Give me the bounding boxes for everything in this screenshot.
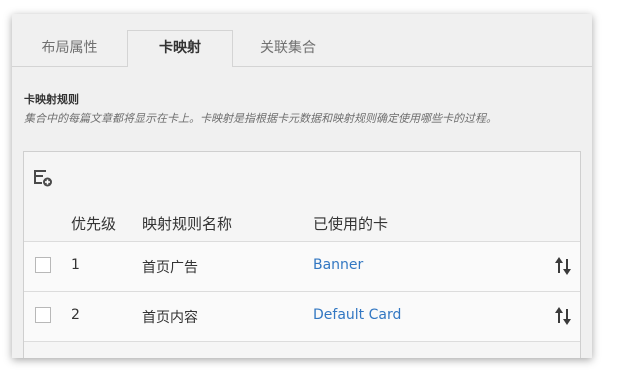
row-rule-name: 首页广告 — [142, 260, 198, 276]
reorder-icon[interactable] — [554, 255, 572, 277]
tab-associated-collections[interactable]: 关联集合 — [233, 31, 343, 66]
table-toolbar — [24, 152, 580, 204]
card-mapping-panel: 布局属性 卡映射 关联集合 卡映射规则 集合中的每篇文章都将显示在卡上。卡映射是… — [12, 14, 592, 358]
row-priority: 1 — [71, 257, 80, 273]
row-card-link[interactable]: Banner — [313, 257, 363, 273]
row-rule-name: 首页内容 — [142, 310, 198, 326]
mapping-rules-table: 优先级 映射规则名称 已使用的卡 1 首页广告 Banner 2 首页内容 De… — [23, 151, 581, 358]
tab-bar: 布局属性 卡映射 关联集合 — [12, 14, 592, 67]
row-priority: 2 — [71, 307, 80, 323]
row-checkbox[interactable] — [35, 257, 51, 273]
row-checkbox[interactable] — [35, 307, 51, 323]
table-header: 优先级 映射规则名称 已使用的卡 — [24, 203, 580, 242]
section-title: 卡映射规则 — [24, 93, 79, 106]
table-row: 1 首页广告 Banner — [24, 242, 580, 292]
row-card-link[interactable]: Default Card — [313, 307, 401, 323]
add-rule-icon[interactable] — [33, 168, 53, 188]
header-rule-name: 映射规则名称 — [142, 215, 233, 233]
reorder-icon[interactable] — [554, 305, 572, 327]
header-priority: 优先级 — [71, 215, 117, 233]
tab-card-mapping[interactable]: 卡映射 — [127, 30, 233, 67]
header-used-card: 已使用的卡 — [313, 215, 389, 233]
table-row: 2 首页内容 Default Card — [24, 292, 580, 342]
section-description: 集合中的每篇文章都将显示在卡上。卡映射是指根据卡元数据和映射规则确定使用哪些卡的… — [24, 112, 497, 125]
tab-layout-properties[interactable]: 布局属性 — [12, 31, 127, 66]
